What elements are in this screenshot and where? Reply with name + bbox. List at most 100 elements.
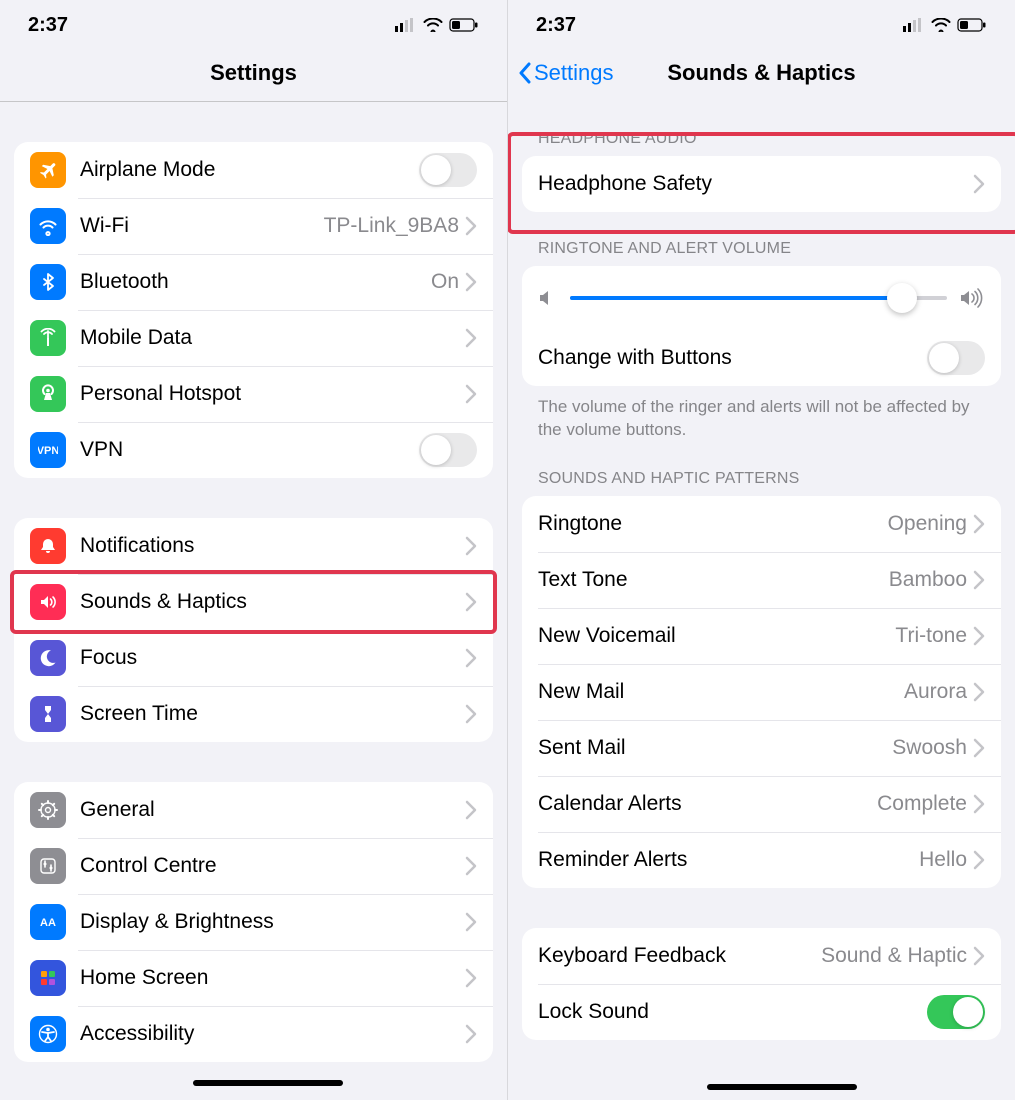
bluetooth-icon	[30, 264, 66, 300]
controlcentre-label: Control Centre	[80, 854, 465, 878]
row-newvoicemail[interactable]: New VoicemailTri-tone	[522, 608, 1001, 664]
row-general[interactable]: General	[14, 782, 493, 838]
locksound-toggle[interactable]	[927, 995, 985, 1029]
section-group-1: Change with Buttons	[522, 266, 1001, 386]
calendaralerts-label: Calendar Alerts	[538, 792, 877, 816]
row-wifi[interactable]: Wi-FiTP-Link_9BA8	[14, 198, 493, 254]
ringtone-label: Ringtone	[538, 512, 888, 536]
ringtone-value: Opening	[888, 512, 967, 536]
settings-group-0: Airplane ModeWi-FiTP-Link_9BA8BluetoothO…	[14, 142, 493, 478]
display-icon: AA	[30, 904, 66, 940]
row-screentime[interactable]: Screen Time	[14, 686, 493, 742]
newvoicemail-label: New Voicemail	[538, 624, 895, 648]
bluetooth-label: Bluetooth	[80, 270, 431, 294]
settings-pane: 2:37 Settings Airplane Mode Wi-FiTP-Link_…	[0, 0, 507, 1100]
notifications-icon	[30, 528, 66, 564]
row-locksound[interactable]: Lock Sound	[522, 984, 1001, 1040]
wifi-icon	[423, 18, 443, 32]
row-mobiledata[interactable]: Mobile Data	[14, 310, 493, 366]
row-ringtone[interactable]: RingtoneOpening	[522, 496, 1001, 552]
mobiledata-icon	[30, 320, 66, 356]
home-indicator[interactable]	[193, 1080, 343, 1086]
sounds-label: Sounds & Haptics	[80, 590, 465, 614]
locksound-label: Lock Sound	[538, 1000, 927, 1024]
row-airplane[interactable]: Airplane Mode	[14, 142, 493, 198]
homescreen-label: Home Screen	[80, 966, 465, 990]
homescreen-icon	[30, 960, 66, 996]
row-controlcentre[interactable]: Control Centre	[14, 838, 493, 894]
settings-group-2: General Control Centre AADisplay & Brightn…	[14, 782, 493, 1062]
vpn-icon: VPN	[30, 432, 66, 468]
sounds-haptics-pane: 2:37 Settings Sounds & Haptics HEADPHONE…	[507, 0, 1015, 1100]
screentime-label: Screen Time	[80, 702, 465, 726]
controlcentre-icon	[30, 848, 66, 884]
headphonesafety-label: Headphone Safety	[538, 172, 973, 196]
changewithbuttons-label: Change with Buttons	[538, 346, 927, 370]
vpn-label: VPN	[80, 438, 419, 462]
wifi-value: TP-Link_9BA8	[324, 214, 459, 238]
airplane-toggle[interactable]	[419, 153, 477, 187]
row-focus[interactable]: Focus	[14, 630, 493, 686]
reminderalerts-value: Hello	[919, 848, 967, 872]
focus-icon	[30, 640, 66, 676]
row-sounds[interactable]: Sounds & Haptics	[14, 574, 493, 630]
row-texttone[interactable]: Text ToneBamboo	[522, 552, 1001, 608]
row-vpn[interactable]: VPN VPN	[14, 422, 493, 478]
status-bar: 2:37	[0, 0, 507, 44]
general-icon	[30, 792, 66, 828]
speaker-high-icon	[959, 288, 985, 308]
speaker-low-icon	[538, 289, 558, 307]
svg-text:VPN: VPN	[38, 445, 58, 457]
nav-header: Settings	[0, 44, 507, 102]
row-changewithbuttons[interactable]: Change with Buttons	[522, 330, 1001, 386]
sentmail-value: Swoosh	[892, 736, 967, 760]
home-indicator[interactable]	[707, 1084, 857, 1090]
row-notifications[interactable]: Notifications	[14, 518, 493, 574]
section-header-2: SOUNDS AND HAPTIC PATTERNS	[522, 442, 1001, 496]
hotspot-icon	[30, 376, 66, 412]
calendaralerts-value: Complete	[877, 792, 967, 816]
row-bluetooth[interactable]: BluetoothOn	[14, 254, 493, 310]
status-time: 2:37	[28, 14, 68, 37]
row-calendaralerts[interactable]: Calendar AlertsComplete	[522, 776, 1001, 832]
cellular-icon	[903, 18, 925, 32]
row-headphonesafety[interactable]: Headphone Safety	[522, 156, 1001, 212]
notifications-label: Notifications	[80, 534, 465, 558]
changewithbuttons-toggle[interactable]	[927, 341, 985, 375]
volume-slider[interactable]	[570, 296, 947, 300]
bluetooth-value: On	[431, 270, 459, 294]
row-display[interactable]: AADisplay & Brightness	[14, 894, 493, 950]
row-hotspot[interactable]: Personal Hotspot	[14, 366, 493, 422]
keyboardfeedback-label: Keyboard Feedback	[538, 944, 821, 968]
mobiledata-label: Mobile Data	[80, 326, 465, 350]
settings-group-1: Notifications Sounds & Haptics Focus Screen…	[14, 518, 493, 742]
newmail-label: New Mail	[538, 680, 904, 704]
general-label: General	[80, 798, 465, 822]
chevron-left-icon	[518, 62, 532, 84]
row-newmail[interactable]: New MailAurora	[522, 664, 1001, 720]
cellular-icon	[395, 18, 417, 32]
row-reminderalerts[interactable]: Reminder AlertsHello	[522, 832, 1001, 888]
volume-slider-row	[522, 266, 1001, 330]
row-homescreen[interactable]: Home Screen	[14, 950, 493, 1006]
back-button[interactable]: Settings	[508, 60, 614, 86]
focus-label: Focus	[80, 646, 465, 670]
section-header-0: HEADPHONE AUDIO	[522, 102, 1001, 156]
row-accessibility[interactable]: Accessibility	[14, 1006, 493, 1062]
svg-text:AA: AA	[40, 917, 56, 929]
back-label: Settings	[534, 60, 614, 86]
status-time: 2:37	[536, 14, 576, 37]
vpn-toggle[interactable]	[419, 433, 477, 467]
section-header-1: RINGTONE AND ALERT VOLUME	[522, 212, 1001, 266]
page-title: Settings	[0, 60, 507, 86]
status-bar: 2:37	[508, 0, 1015, 44]
newvoicemail-value: Tri-tone	[895, 624, 967, 648]
wifi-icon	[30, 208, 66, 244]
keyboardfeedback-value: Sound & Haptic	[821, 944, 967, 968]
sentmail-label: Sent Mail	[538, 736, 892, 760]
row-keyboardfeedback[interactable]: Keyboard FeedbackSound & Haptic	[522, 928, 1001, 984]
hotspot-label: Personal Hotspot	[80, 382, 465, 406]
status-icons	[903, 18, 987, 32]
row-sentmail[interactable]: Sent MailSwoosh	[522, 720, 1001, 776]
airplane-label: Airplane Mode	[80, 158, 419, 182]
